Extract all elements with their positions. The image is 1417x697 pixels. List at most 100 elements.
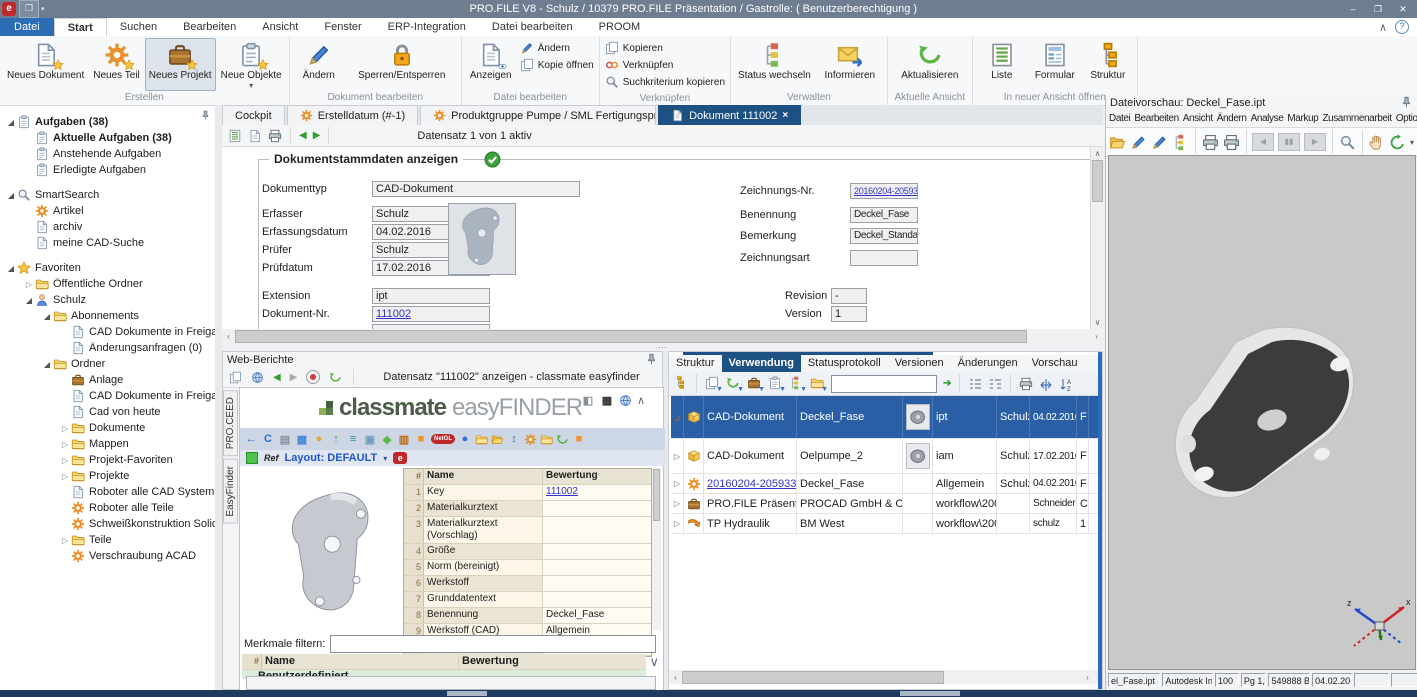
- tab-statusprotokoll[interactable]: Statusprotokoll: [801, 355, 888, 372]
- folder-open-icon[interactable]: [491, 433, 504, 446]
- new-window-icon[interactable]: [229, 371, 242, 384]
- usage-horizontal-scrollbar[interactable]: ‹›: [669, 670, 1098, 684]
- neue-objekte-button[interactable]: Neue Objekte▾: [217, 38, 286, 91]
- settings-gear-icon[interactable]: [524, 433, 537, 446]
- tab-aenderungen[interactable]: Änderungen: [951, 355, 1025, 372]
- print-icon[interactable]: [1019, 377, 1033, 391]
- close-tab-icon[interactable]: ×: [782, 110, 788, 121]
- nav-next-icon[interactable]: ▶: [1304, 133, 1326, 151]
- globe-doc-icon[interactable]: [619, 394, 632, 407]
- table-row[interactable]: ▷ 20160204-205933 Deckel_Fase Allgemein …: [671, 474, 1098, 494]
- sidebar-item-cad-freigabe-6[interactable]: CAD Dokumente in Freigabe (6): [0, 324, 215, 340]
- kopieren-button[interactable]: Kopieren: [605, 41, 725, 55]
- sidebar-item-schulz[interactable]: Schulz: [0, 292, 215, 308]
- outline-expand-icon[interactable]: [988, 377, 1002, 391]
- compare-icon[interactable]: ▦: [295, 433, 309, 446]
- sidebar-item-archiv[interactable]: archiv: [0, 219, 215, 235]
- table-export-icon[interactable]: [228, 129, 242, 143]
- expander-icon[interactable]: [41, 312, 53, 321]
- window-restore-quick-icon[interactable]: ❒: [19, 0, 39, 18]
- expander-icon[interactable]: [59, 472, 71, 481]
- expander-icon[interactable]: [59, 440, 71, 449]
- rotate-dropdown-icon[interactable]: ▾: [1410, 138, 1414, 147]
- netgl-icon[interactable]: NetGL: [431, 434, 455, 444]
- expander-icon[interactable]: [59, 536, 71, 545]
- tab-versionen[interactable]: Versionen: [888, 355, 951, 372]
- qr-icon[interactable]: ▩: [600, 394, 614, 407]
- menu-proom[interactable]: PROOM: [586, 18, 654, 36]
- tab-cockpit[interactable]: Cockpit: [222, 105, 285, 125]
- menu-aendern[interactable]: Ändern: [1217, 113, 1247, 124]
- tab-struktur[interactable]: Struktur: [669, 355, 722, 372]
- informieren-button[interactable]: Informieren: [816, 38, 884, 91]
- expander-icon[interactable]: ▷: [671, 514, 684, 533]
- zeichnungsart-field[interactable]: [850, 250, 918, 266]
- close-button[interactable]: ✕: [1392, 2, 1414, 16]
- table-scrollbar[interactable]: [652, 468, 661, 630]
- back-icon[interactable]: ◀: [273, 372, 281, 383]
- sidebar-item-abonnements[interactable]: Abonnements: [0, 308, 215, 324]
- tab-erstelldatum[interactable]: Erstelldatum (#-1): [287, 105, 418, 125]
- merkmale-filter-input[interactable]: [330, 635, 656, 653]
- back-icon[interactable]: ←: [244, 433, 258, 445]
- previous-record-icon[interactable]: ◀: [299, 130, 307, 141]
- sync-icon[interactable]: [556, 433, 569, 446]
- tab-vorschau[interactable]: Vorschau: [1025, 355, 1085, 372]
- upload-icon[interactable]: ↑: [329, 433, 343, 445]
- next-record-icon[interactable]: ▶: [313, 130, 321, 141]
- markup-pencil2-icon[interactable]: [1151, 134, 1168, 151]
- expander-icon[interactable]: [23, 296, 35, 305]
- cubes-icon[interactable]: ◆: [380, 433, 394, 446]
- help-icon[interactable]: ?: [1395, 20, 1409, 34]
- neues-teil-button[interactable]: Neues Teil: [89, 38, 144, 91]
- version-field[interactable]: 1: [831, 306, 867, 322]
- hierarchy-icon[interactable]: [1172, 134, 1189, 151]
- table-row[interactable]: ▷ CAD-Dokument Oelpumpe_2 iam Schulz 17.…: [671, 439, 1098, 474]
- menu-datei[interactable]: Datei: [1109, 113, 1130, 124]
- chart-icon[interactable]: ●: [312, 433, 326, 445]
- menu-suchen[interactable]: Suchen: [107, 18, 170, 36]
- cad-viewport[interactable]: x z: [1108, 155, 1416, 670]
- aktualisieren-button[interactable]: Aktualisieren: [891, 38, 969, 91]
- stop-icon[interactable]: [306, 370, 320, 384]
- table-row[interactable]: 1Key111002: [404, 485, 651, 501]
- fit-width-icon[interactable]: [1039, 377, 1053, 391]
- menu-erp-integration[interactable]: ERP-Integration: [375, 18, 479, 36]
- extension-field[interactable]: ipt: [372, 288, 490, 304]
- table-row[interactable]: 7Grunddatentext: [404, 592, 651, 608]
- table-row[interactable]: 2Materialkurztext: [404, 501, 651, 517]
- sidebar-item-smartsearch[interactable]: SmartSearch: [0, 187, 215, 203]
- aendern-button[interactable]: Ändern: [293, 38, 345, 91]
- sidebar-splitter[interactable]: [215, 105, 222, 690]
- bemerkung-field[interactable]: Deckel_Standard: [850, 228, 918, 244]
- layout-select[interactable]: Layout: DEFAULT: [285, 452, 378, 464]
- clipboard-filter-icon[interactable]: ▼: [768, 376, 783, 391]
- reload-icon[interactable]: C: [261, 433, 275, 445]
- suchkriterium-kopieren-button[interactable]: Suchkriterium kopieren: [605, 75, 725, 89]
- sidebar-item-verschraubung-acad[interactable]: Verschraubung ACAD: [0, 548, 215, 564]
- form-vertical-scrollbar[interactable]: ∧ ∨: [1090, 147, 1104, 329]
- neues-projekt-button[interactable]: Neues Projekt: [145, 38, 216, 91]
- menu-ansicht[interactable]: Ansicht: [249, 18, 311, 36]
- globe-icon[interactable]: [251, 371, 264, 384]
- sidebar-item-favoriten[interactable]: Favoriten: [0, 260, 215, 276]
- paste-filter-icon[interactable]: ▼: [747, 376, 762, 391]
- dokumenttyp-field[interactable]: CAD-Dokument: [372, 181, 580, 197]
- expander-icon[interactable]: [59, 424, 71, 433]
- funnel-filter-icon[interactable]: ▼: [789, 376, 804, 391]
- sort-icon[interactable]: ↕: [507, 433, 521, 445]
- scroll-down-icon[interactable]: ∨: [649, 654, 659, 670]
- tree-toggle-icon[interactable]: [673, 376, 688, 391]
- benennung-field[interactable]: Deckel_Fase: [850, 207, 918, 223]
- expander-icon[interactable]: ▷: [671, 494, 684, 513]
- sidebar-item-ordner[interactable]: Ordner: [0, 356, 215, 372]
- list-icon[interactable]: ≡: [346, 433, 360, 445]
- dokument-nr-link[interactable]: 111002: [372, 306, 490, 322]
- scrollbar-thumb[interactable]: [447, 691, 487, 696]
- refresh-icon[interactable]: [329, 371, 342, 384]
- tab-verwendung[interactable]: Verwendung: [722, 355, 801, 372]
- table-row[interactable]: 8BenennungDeckel_Fase: [404, 608, 651, 624]
- panel-splitter[interactable]: ⋯: [222, 344, 1103, 351]
- tab-proceed[interactable]: PRO.CEED: [223, 390, 238, 456]
- expander-icon[interactable]: [5, 118, 17, 127]
